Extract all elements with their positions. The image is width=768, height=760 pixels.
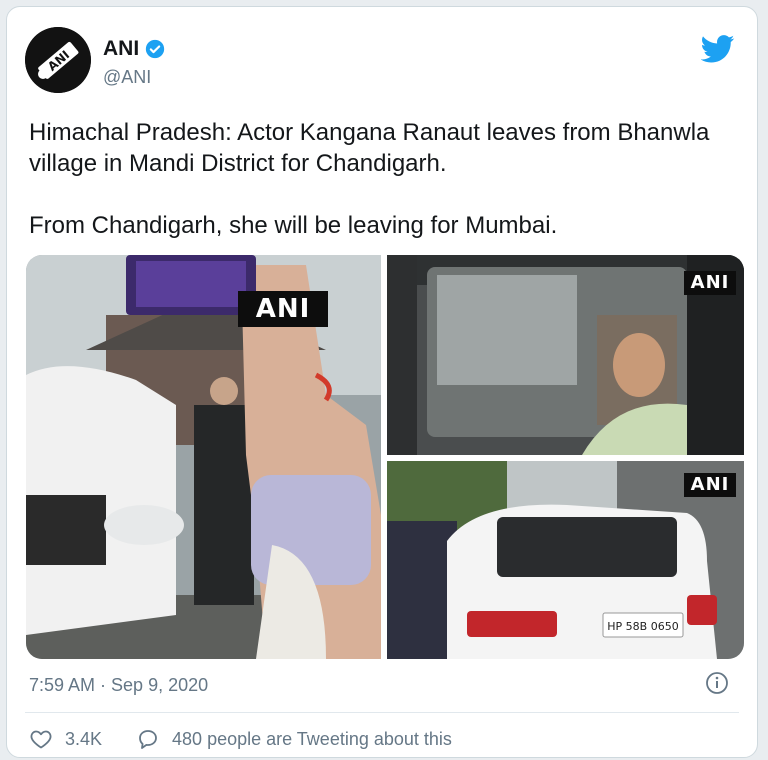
conversation-button[interactable]: 480 people are Tweeting about this [136, 727, 452, 751]
ani-watermark: ANI [684, 473, 736, 497]
license-plate: HP 58B 0650 [607, 620, 678, 633]
tweet-actions: 3.4K 480 people are Tweeting about this [29, 727, 486, 751]
author-name-row[interactable]: ANI [103, 37, 165, 61]
author-name[interactable]: ANI [103, 37, 139, 61]
tweet-timestamp[interactable]: 7:59 AM · Sep 9, 2020 [29, 675, 208, 696]
tweet-card: ANI ANI @ANI Himachal Pradesh: Actor Kan… [6, 6, 758, 758]
photo-3[interactable]: HP 58B 0650 ANI [387, 461, 744, 659]
author-handle[interactable]: @ANI [103, 67, 151, 88]
ani-logo: ANI [25, 27, 91, 93]
photo-1[interactable]: ANI [26, 255, 381, 659]
like-count: 3.4K [65, 728, 103, 749]
like-button[interactable]: 3.4K [29, 727, 102, 751]
heart-icon [30, 730, 52, 749]
author-avatar[interactable]: ANI [25, 27, 91, 93]
tweet-text: Himachal Pradesh: Actor Kangana Ranaut l… [29, 117, 729, 241]
divider [25, 712, 739, 713]
info-icon[interactable] [705, 671, 729, 695]
tweet-paragraph-2: From Chandigarh, she will be leaving for… [29, 212, 558, 239]
photo-2[interactable]: ANI [387, 255, 744, 455]
media-grid: ANI ANI HP 58B 0650 ANI [26, 255, 744, 659]
reply-bubble-icon [139, 730, 157, 749]
ani-watermark: ANI [238, 291, 328, 327]
ani-watermark: ANI [684, 271, 736, 295]
conversation-text: 480 people are Tweeting about this [172, 728, 452, 749]
twitter-bird-icon[interactable] [701, 35, 735, 63]
verified-badge-icon [146, 39, 165, 59]
tweet-paragraph-1: Himachal Pradesh: Actor Kangana Ranaut l… [29, 119, 710, 177]
